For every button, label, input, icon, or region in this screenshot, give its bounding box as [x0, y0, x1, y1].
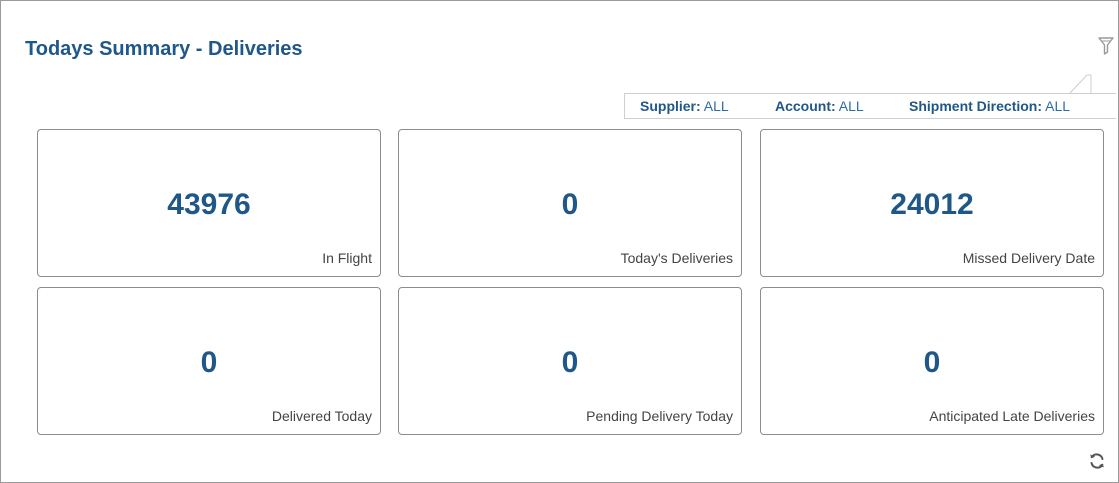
active-filters-bar: Supplier: ALL Account: ALL Shipment Dire… [624, 93, 1116, 119]
panel-title: Todays Summary - Deliveries [25, 38, 303, 60]
filter-shipment-direction-label: Shipment Direction: [909, 98, 1043, 114]
funnel-icon[interactable] [1098, 37, 1114, 55]
filter-account-value: ALL [838, 98, 864, 114]
card-anticipated-late-deliveries[interactable]: 0 Anticipated Late Deliveries [760, 287, 1104, 435]
card-label: Anticipated Late Deliveries [929, 408, 1095, 424]
refresh-icon[interactable] [1088, 452, 1106, 470]
card-value: 0 [561, 346, 579, 379]
card-label: Missed Delivery Date [962, 250, 1095, 266]
card-delivered-today[interactable]: 0 Delivered Today [37, 287, 381, 435]
card-value: 43976 [167, 188, 251, 221]
filter-shipment-direction[interactable]: Shipment Direction: ALL [909, 98, 1070, 114]
card-value: 0 [561, 188, 579, 221]
card-label: Delivered Today [271, 408, 372, 424]
card-todays-deliveries[interactable]: 0 Today's Deliveries [398, 129, 742, 277]
card-value: 0 [200, 346, 218, 379]
card-value: 0 [923, 346, 941, 379]
card-value: 24012 [890, 188, 974, 221]
deliveries-summary-panel: Todays Summary - Deliveries Supplier: AL… [0, 0, 1119, 483]
card-pending-delivery-today[interactable]: 0 Pending Delivery Today [398, 287, 742, 435]
filter-account-label: Account: [775, 98, 836, 114]
filter-supplier[interactable]: Supplier: ALL [640, 98, 729, 114]
card-in-flight[interactable]: 43976 In Flight [37, 129, 381, 277]
filter-supplier-value: ALL [703, 98, 729, 114]
card-missed-delivery-date[interactable]: 24012 Missed Delivery Date [760, 129, 1104, 277]
filter-supplier-label: Supplier: [640, 98, 701, 114]
filter-shipment-direction-value: ALL [1045, 98, 1071, 114]
card-label: Today's Deliveries [620, 250, 733, 266]
filter-callout-pointer [1068, 74, 1093, 96]
card-label: In Flight [322, 250, 372, 266]
filter-account[interactable]: Account: ALL [775, 98, 864, 114]
card-label: Pending Delivery Today [586, 408, 733, 424]
